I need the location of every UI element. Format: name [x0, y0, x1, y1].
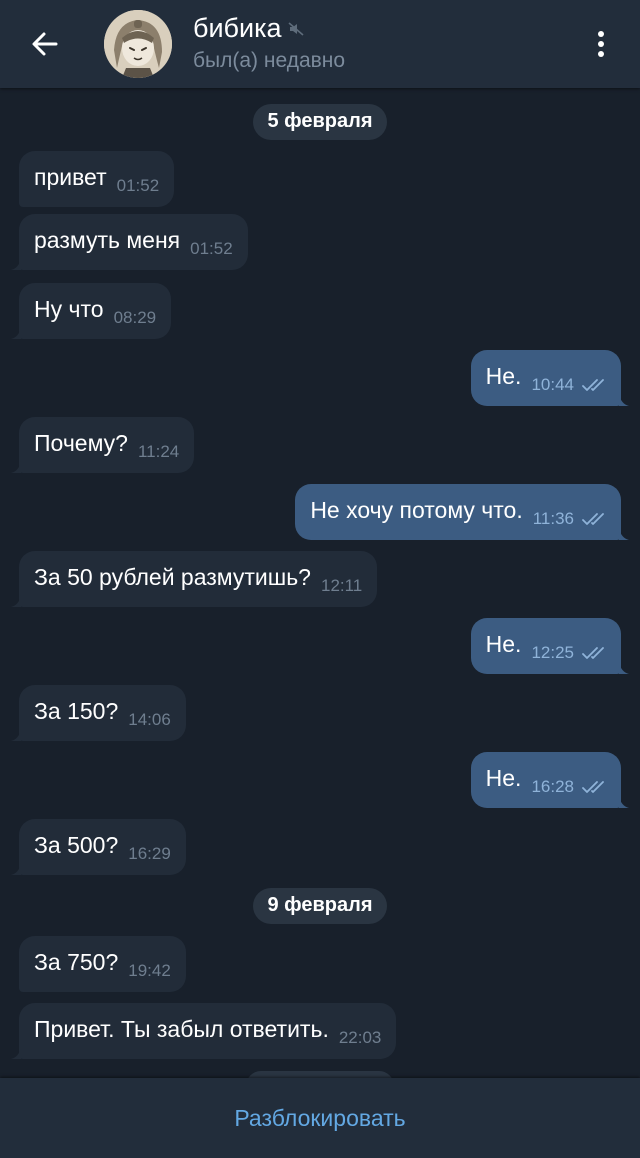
incoming-message[interactable]: За 50 рублей размутишь? 12:11 — [11, 551, 378, 607]
unblock-button[interactable]: Разблокировать — [234, 1105, 405, 1132]
speaker-muted-icon — [287, 21, 304, 37]
outgoing-message[interactable]: Не хочу потому что. 11:36 — [295, 484, 629, 540]
message-text: размуть меня — [34, 226, 181, 253]
message-time: 11:24 — [137, 442, 180, 461]
message-text: Не хочу потому что. — [310, 496, 523, 523]
message-time: 16:28 — [531, 777, 574, 796]
date-label: 5 февраля — [253, 104, 387, 140]
incoming-message[interactable]: За 750? 19:42 — [19, 936, 186, 992]
bubble-tail — [11, 461, 21, 473]
message-list[interactable]: 5 февраля привет 01:52 размуть меня 01:5… — [0, 88, 640, 1101]
incoming-message[interactable]: привет 01:52 — [19, 151, 175, 207]
message-time: 10:44 — [531, 375, 574, 394]
date-separator: 5 февраля — [0, 104, 640, 140]
bubble-tail — [619, 394, 629, 406]
double-check-icon — [582, 511, 610, 527]
message-text: Привет. Ты забыл ответить. — [34, 1015, 329, 1042]
date-separator: 9 февраля — [0, 888, 640, 924]
message-text: За 500? — [34, 831, 119, 858]
outgoing-message[interactable]: Не. 12:25 — [470, 618, 629, 674]
avatar[interactable] — [104, 10, 172, 78]
bubble-tail — [11, 1047, 21, 1059]
outgoing-message[interactable]: Не. 10:44 — [470, 350, 629, 406]
message-time: 14:06 — [128, 710, 171, 729]
message-text: Не. — [485, 362, 522, 389]
message-text: Не. — [485, 764, 522, 791]
double-check-icon — [582, 779, 610, 795]
arrow-left-icon — [32, 32, 58, 56]
chat-title[interactable]: бибика — [193, 13, 304, 44]
double-check-icon — [582, 645, 610, 661]
bottom-bar: Разблокировать — [0, 1078, 640, 1158]
message-text: привет — [34, 163, 107, 190]
last-seen-status: был(а) недавно — [193, 49, 346, 72]
message-text: Почему? — [34, 429, 128, 456]
message-text: За 750? — [34, 948, 119, 975]
bubble-tail — [11, 595, 21, 607]
message-time: 08:29 — [113, 308, 157, 327]
message-time: 01:52 — [190, 239, 233, 258]
chat-header: бибика был(а) недавно — [0, 0, 640, 88]
message-time: 12:25 — [531, 643, 574, 662]
message-text: За 50 рублей размутишь? — [34, 563, 311, 590]
message-text: За 150? — [34, 697, 119, 724]
message-time: 16:29 — [128, 844, 171, 863]
bubble-tail — [619, 796, 629, 808]
incoming-message[interactable]: За 150? 14:06 — [11, 685, 186, 741]
incoming-message[interactable]: размуть меня 01:52 — [11, 214, 248, 270]
bubble-tail — [11, 258, 21, 270]
message-time: 11:36 — [532, 509, 574, 528]
bubble-tail — [11, 863, 21, 875]
bubble-tail — [619, 662, 629, 674]
message-time: 01:52 — [116, 176, 160, 195]
contact-name: бибика — [193, 13, 282, 43]
outgoing-message[interactable]: Не. 16:28 — [470, 752, 629, 808]
bubble-tail — [11, 729, 21, 741]
more-vertical-icon — [598, 31, 604, 57]
incoming-message[interactable]: За 500? 16:29 — [11, 819, 186, 875]
bubble-tail — [619, 528, 629, 540]
more-menu-button[interactable] — [584, 24, 618, 64]
message-text: Не. — [485, 630, 522, 657]
incoming-message[interactable]: Почему? 11:24 — [11, 417, 195, 473]
message-time: 19:42 — [128, 961, 171, 980]
incoming-message[interactable]: Ну что 08:29 — [11, 283, 172, 339]
avatar-image — [104, 10, 172, 78]
message-text: Ну что — [34, 295, 104, 322]
bubble-tail — [11, 327, 21, 339]
message-time: 22:03 — [338, 1028, 382, 1047]
date-label: 9 февраля — [253, 888, 387, 924]
double-check-icon — [582, 377, 610, 393]
back-button[interactable] — [22, 22, 68, 66]
message-time: 12:11 — [320, 576, 363, 595]
incoming-message[interactable]: Привет. Ты забыл ответить. 22:03 — [11, 1003, 397, 1059]
